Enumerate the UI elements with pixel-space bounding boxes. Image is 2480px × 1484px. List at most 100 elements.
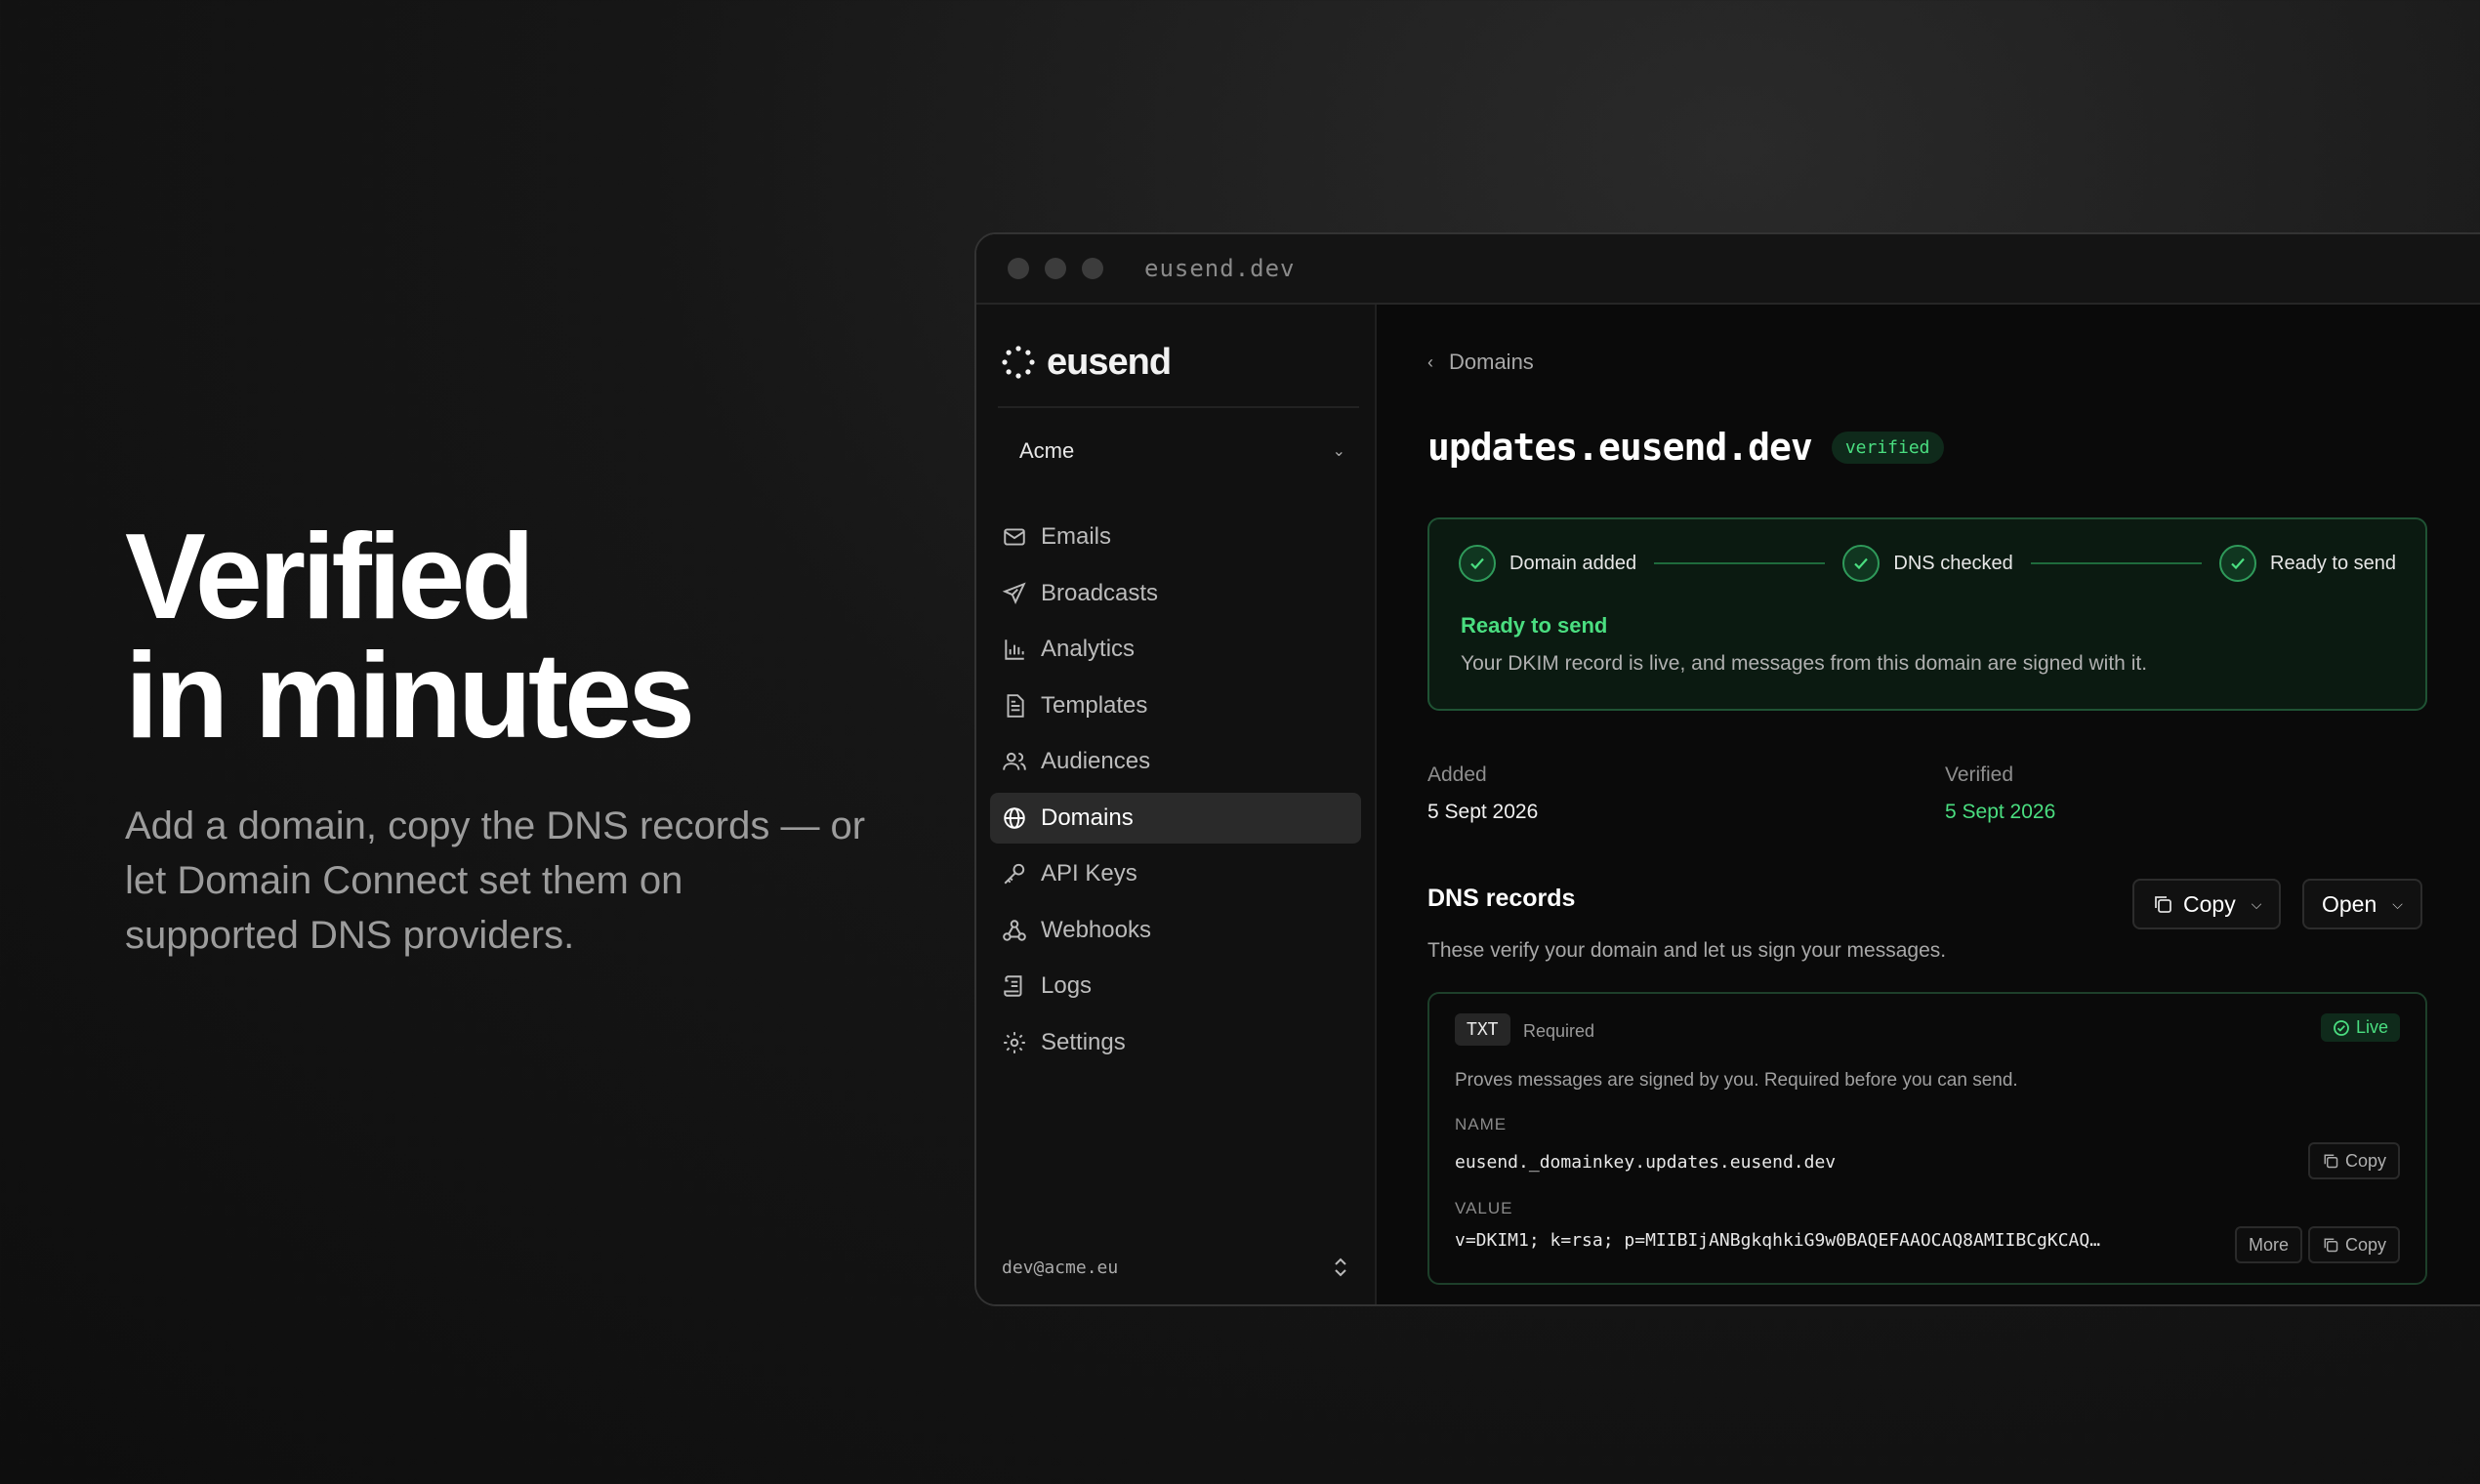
file-icon	[1007, 693, 1024, 718]
scroll-icon	[1004, 975, 1022, 997]
copy-name-button[interactable]: Copy	[2307, 1142, 2400, 1179]
copy-button-label: Copy	[2183, 890, 2236, 917]
sidebar-item-webhooks[interactable]: Webhooks	[990, 905, 1361, 956]
step-domain-added: Domain added	[1459, 545, 1636, 582]
step-dns-checked: DNS checked	[1842, 545, 2013, 582]
more-label: More	[2248, 1234, 2289, 1255]
check-circle-icon	[2334, 1019, 2349, 1036]
sidebar-item-settings[interactable]: Settings	[990, 1017, 1361, 1068]
copy-icon	[2155, 896, 2171, 913]
mail-icon	[1004, 528, 1025, 546]
check-icon	[1459, 545, 1496, 582]
record-description: Proves messages are signed by you. Requi…	[1455, 1070, 2018, 1091]
added-meta: Added 5 Sept 2026	[1427, 763, 1538, 824]
verified-meta: Verified 5 Sept 2026	[1945, 763, 2055, 824]
chevron-left-icon: ‹	[1427, 351, 1433, 372]
app-window: eusend.dev eusend Acme ⌄ Emails Broadcas…	[974, 232, 2480, 1306]
chevron-down-icon: ⌵	[2251, 895, 2262, 912]
verified-label: Verified	[1945, 763, 2014, 786]
verification-status-card: Domain added DNS checked Ready to send R…	[1427, 517, 2427, 711]
main-content: ‹ Domains updates.eusend.dev verified Do…	[1379, 305, 2480, 1304]
sidebar-item-analytics[interactable]: Analytics	[990, 624, 1361, 675]
brand-name: eusend	[1047, 341, 1172, 383]
window-url: eusend.dev	[1144, 255, 1296, 282]
dns-records-subtitle: These verify your domain and let us sign…	[1427, 939, 1947, 962]
sidebar-item-label: Domains	[1041, 804, 1134, 831]
open-dropdown-button[interactable]: Open ⌵	[2302, 879, 2422, 929]
team-switcher[interactable]: Acme ⌄	[1019, 424, 1345, 478]
record-status-badge: Live	[2320, 1013, 2400, 1042]
breadcrumb[interactable]: ‹ Domains	[1427, 350, 1534, 375]
check-icon	[2219, 545, 2257, 582]
globe-icon	[1004, 806, 1025, 829]
hero-subtitle: Add a domain, copy the DNS records — or …	[125, 804, 866, 957]
sidebar-item-api-keys[interactable]: API Keys	[990, 848, 1361, 899]
step-label: Domain added	[1509, 552, 1637, 574]
copy-value-button[interactable]: Copy	[2307, 1226, 2400, 1263]
hero-title-line2: in minutes	[125, 629, 695, 763]
account-switcher[interactable]: dev@acme.eu	[1002, 1256, 1349, 1279]
status-title: Ready to send	[1461, 613, 1608, 638]
sidebar-item-label: Settings	[1041, 1028, 1126, 1055]
step-label: Ready to send	[2270, 552, 2397, 574]
hero-title: Verified in minutes	[125, 516, 867, 757]
record-status-label: Live	[2355, 1017, 2388, 1037]
chevron-up-down-icon	[1335, 1257, 1346, 1277]
status-badge: verified	[1831, 431, 1944, 464]
progress-steps: Domain added DNS checked Ready to send	[1459, 545, 2396, 582]
sidebar-nav: Emails Broadcasts Analytics Templates Au…	[976, 512, 1375, 1068]
copy-icon	[2324, 1238, 2338, 1253]
sidebar-item-emails[interactable]: Emails	[990, 512, 1361, 562]
users-icon	[1003, 752, 1026, 770]
window-minimize-dot[interactable]	[1045, 258, 1066, 279]
sidebar: eusend Acme ⌄ Emails Broadcasts Analytic…	[976, 305, 1377, 1304]
sidebar-item-templates[interactable]: Templates	[990, 680, 1361, 731]
send-icon	[1002, 581, 1026, 604]
copy-name-label: Copy	[2344, 1150, 2386, 1171]
sidebar-item-domains[interactable]: Domains	[990, 792, 1361, 844]
more-value-button[interactable]: More	[2234, 1226, 2302, 1263]
added-label: Added	[1427, 763, 1487, 786]
webhook-icon	[1003, 919, 1026, 941]
sidebar-item-label: Webhooks	[1041, 916, 1151, 943]
dns-record-card: TXT Required Live Proves messages are si…	[1427, 992, 2427, 1285]
sidebar-item-label: Broadcasts	[1041, 579, 1159, 606]
page-title: updates.eusend.dev	[1427, 426, 1813, 469]
bar-chart-icon	[1005, 639, 1024, 660]
copy-icon	[2324, 1154, 2338, 1169]
record-name-value: eusend._domainkey.updates.eusend.dev	[1455, 1152, 1837, 1173]
dns-records-heading: DNS records	[1427, 885, 1576, 912]
step-connector	[1654, 562, 1826, 564]
sidebar-item-audiences[interactable]: Audiences	[990, 736, 1361, 787]
copy-dropdown-button[interactable]: Copy ⌵	[2132, 879, 2282, 929]
record-value-label: VALUE	[1455, 1199, 1513, 1217]
chevron-down-icon: ⌵	[2392, 895, 2403, 912]
step-connector	[2030, 562, 2203, 564]
check-icon	[1842, 545, 1881, 582]
record-required-label: Required	[1523, 1021, 1595, 1041]
added-value: 5 Sept 2026	[1427, 801, 1539, 823]
team-name: Acme	[1019, 438, 1075, 463]
window-close-dot[interactable]	[1008, 258, 1029, 279]
logo-mark-icon	[1002, 346, 1035, 379]
chevron-down-icon: ⌄	[1332, 443, 1345, 460]
breadcrumb-domains: Domains	[1449, 350, 1534, 374]
verified-value: 5 Sept 2026	[1945, 801, 2056, 823]
hero: Verified in minutes Add a domain, copy t…	[125, 516, 867, 963]
sidebar-item-label: Analytics	[1041, 636, 1136, 662]
gear-icon	[1004, 1031, 1025, 1053]
sidebar-item-broadcasts[interactable]: Broadcasts	[990, 568, 1361, 619]
sidebar-item-label: Audiences	[1041, 748, 1151, 774]
record-value-value: v=DKIM1; k=rsa; p=MIIBIjANBgkqhkiG9w0BAQ…	[1455, 1230, 2101, 1251]
brand-logo[interactable]: eusend	[976, 305, 1375, 389]
step-label: DNS checked	[1893, 552, 2013, 574]
title-bar: eusend.dev	[976, 234, 2480, 305]
window-maximize-dot[interactable]	[1082, 258, 1103, 279]
open-button-label: Open	[2322, 890, 2377, 917]
key-icon	[1004, 863, 1025, 885]
record-type-badge: TXT	[1455, 1013, 1510, 1046]
sidebar-item-label: Logs	[1041, 972, 1093, 999]
sidebar-item-logs[interactable]: Logs	[990, 961, 1361, 1011]
status-description: Your DKIM record is live, and messages f…	[1461, 652, 2148, 675]
sidebar-divider	[998, 406, 1359, 408]
